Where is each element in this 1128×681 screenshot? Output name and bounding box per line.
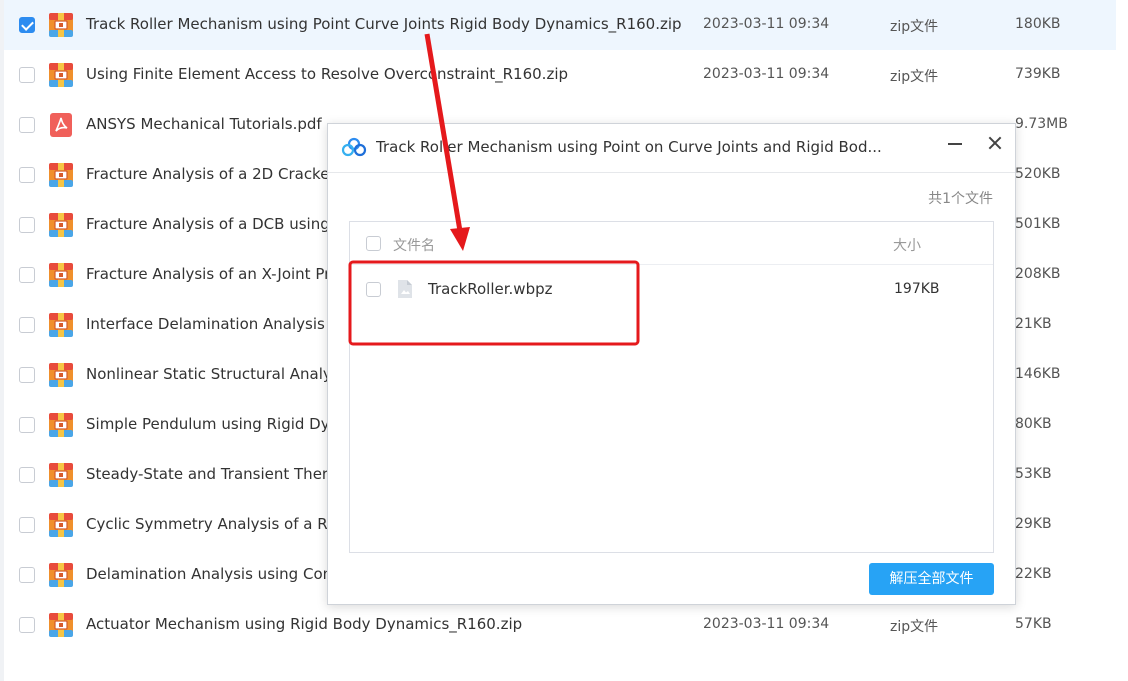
- file-name: Interface Delamination Analysis o: [86, 315, 339, 333]
- archive-contents-table: 文件名 大小 TrackRoller.wbpz 197KB: [349, 221, 994, 553]
- file-date: 2023-03-11 09:34: [703, 16, 830, 32]
- archive-file-name: TrackRoller.wbpz: [428, 280, 553, 298]
- archive-icon: [48, 462, 74, 488]
- archive-icon: [48, 362, 74, 388]
- dialog-title: Track Roller Mechanism using Point on Cu…: [376, 138, 882, 156]
- extract-all-button[interactable]: 解压全部文件: [869, 563, 994, 595]
- file-size: 520KB: [1015, 166, 1061, 182]
- file-checkbox[interactable]: [19, 217, 35, 233]
- cloud-logo-icon: [341, 137, 367, 157]
- file-checkbox[interactable]: [19, 167, 35, 183]
- file-size: 739KB: [1015, 66, 1061, 82]
- minimize-button[interactable]: [940, 128, 970, 158]
- file-name: Actuator Mechanism using Rigid Body Dyna…: [86, 615, 523, 633]
- list-item[interactable]: Using Finite Element Access to Resolve O…: [4, 50, 1116, 100]
- file-size: 501KB: [1015, 216, 1061, 232]
- file-type: zip文件: [890, 69, 939, 85]
- file-size: 53KB: [1015, 466, 1052, 482]
- file-name: Track Roller Mechanism using Point Curve…: [86, 15, 682, 33]
- archive-icon: [48, 262, 74, 288]
- file-checkbox[interactable]: [19, 267, 35, 283]
- list-item[interactable]: Actuator Mechanism using Rigid Body Dyna…: [4, 600, 1116, 650]
- column-header-size: 大小: [893, 238, 921, 254]
- file-name: Fracture Analysis of a DCB using: [86, 215, 330, 233]
- file-size: 180KB: [1015, 16, 1061, 32]
- archive-preview-dialog: Track Roller Mechanism using Point on Cu…: [327, 123, 1016, 605]
- file-checkbox[interactable]: [19, 417, 35, 433]
- file-checkbox[interactable]: [19, 17, 35, 33]
- archive-icon: [48, 512, 74, 538]
- file-name: Simple Pendulum using Rigid Dyn: [86, 415, 340, 433]
- file-size: 29KB: [1015, 516, 1052, 532]
- close-button[interactable]: [980, 128, 1010, 158]
- file-checkbox[interactable]: [19, 317, 35, 333]
- list-item[interactable]: Track Roller Mechanism using Point Curve…: [4, 0, 1116, 50]
- file-checkbox[interactable]: [19, 67, 35, 83]
- file-size: 146KB: [1015, 366, 1061, 382]
- archive-icon: [48, 62, 74, 88]
- file-count-label: 共1个文件: [928, 191, 993, 207]
- file-date: 2023-03-11 09:34: [703, 616, 830, 632]
- file-name: Steady-State and Transient Therm: [86, 465, 343, 483]
- archive-file-size: 197KB: [894, 281, 940, 297]
- file-name: ANSYS Mechanical Tutorials.pdf: [86, 115, 322, 133]
- file-checkbox[interactable]: [19, 617, 35, 633]
- select-all-checkbox[interactable]: [366, 236, 381, 251]
- file-checkbox[interactable]: [19, 567, 35, 583]
- archive-icon: [48, 312, 74, 338]
- archive-icon: [48, 212, 74, 238]
- file-name: Nonlinear Static Structural Analys: [86, 365, 340, 383]
- file-type: zip文件: [890, 19, 939, 35]
- file-icon: [398, 280, 412, 298]
- file-name: Using Finite Element Access to Resolve O…: [86, 65, 569, 83]
- file-type: zip文件: [890, 619, 939, 635]
- table-header: 文件名 大小: [350, 222, 993, 265]
- column-header-name: 文件名: [393, 238, 435, 254]
- file-size: 208KB: [1015, 266, 1061, 282]
- file-size: 9.73MB: [1015, 116, 1068, 132]
- file-size: 80KB: [1015, 416, 1052, 432]
- archive-icon: [48, 412, 74, 438]
- table-row[interactable]: TrackRoller.wbpz 197KB: [350, 266, 993, 312]
- file-size: 21KB: [1015, 316, 1052, 332]
- file-name: Fracture Analysis of an X-Joint Pr: [86, 265, 331, 283]
- row-checkbox[interactable]: [366, 282, 381, 297]
- file-size: 22KB: [1015, 566, 1052, 582]
- archive-icon: [48, 612, 74, 638]
- file-checkbox[interactable]: [19, 467, 35, 483]
- dialog-divider: [328, 172, 1015, 173]
- archive-icon: [48, 562, 74, 588]
- archive-icon: [48, 162, 74, 188]
- file-date: 2023-03-11 09:34: [703, 66, 830, 82]
- pdf-icon: [48, 112, 74, 138]
- file-name: Delamination Analysis using Cont: [86, 565, 339, 583]
- file-checkbox[interactable]: [19, 367, 35, 383]
- file-name: Cyclic Symmetry Analysis of a Rot: [86, 515, 343, 533]
- file-name: Fracture Analysis of a 2D Cracked: [86, 165, 339, 183]
- archive-icon: [48, 12, 74, 38]
- file-size: 57KB: [1015, 616, 1052, 632]
- file-checkbox[interactable]: [19, 517, 35, 533]
- file-checkbox[interactable]: [19, 117, 35, 133]
